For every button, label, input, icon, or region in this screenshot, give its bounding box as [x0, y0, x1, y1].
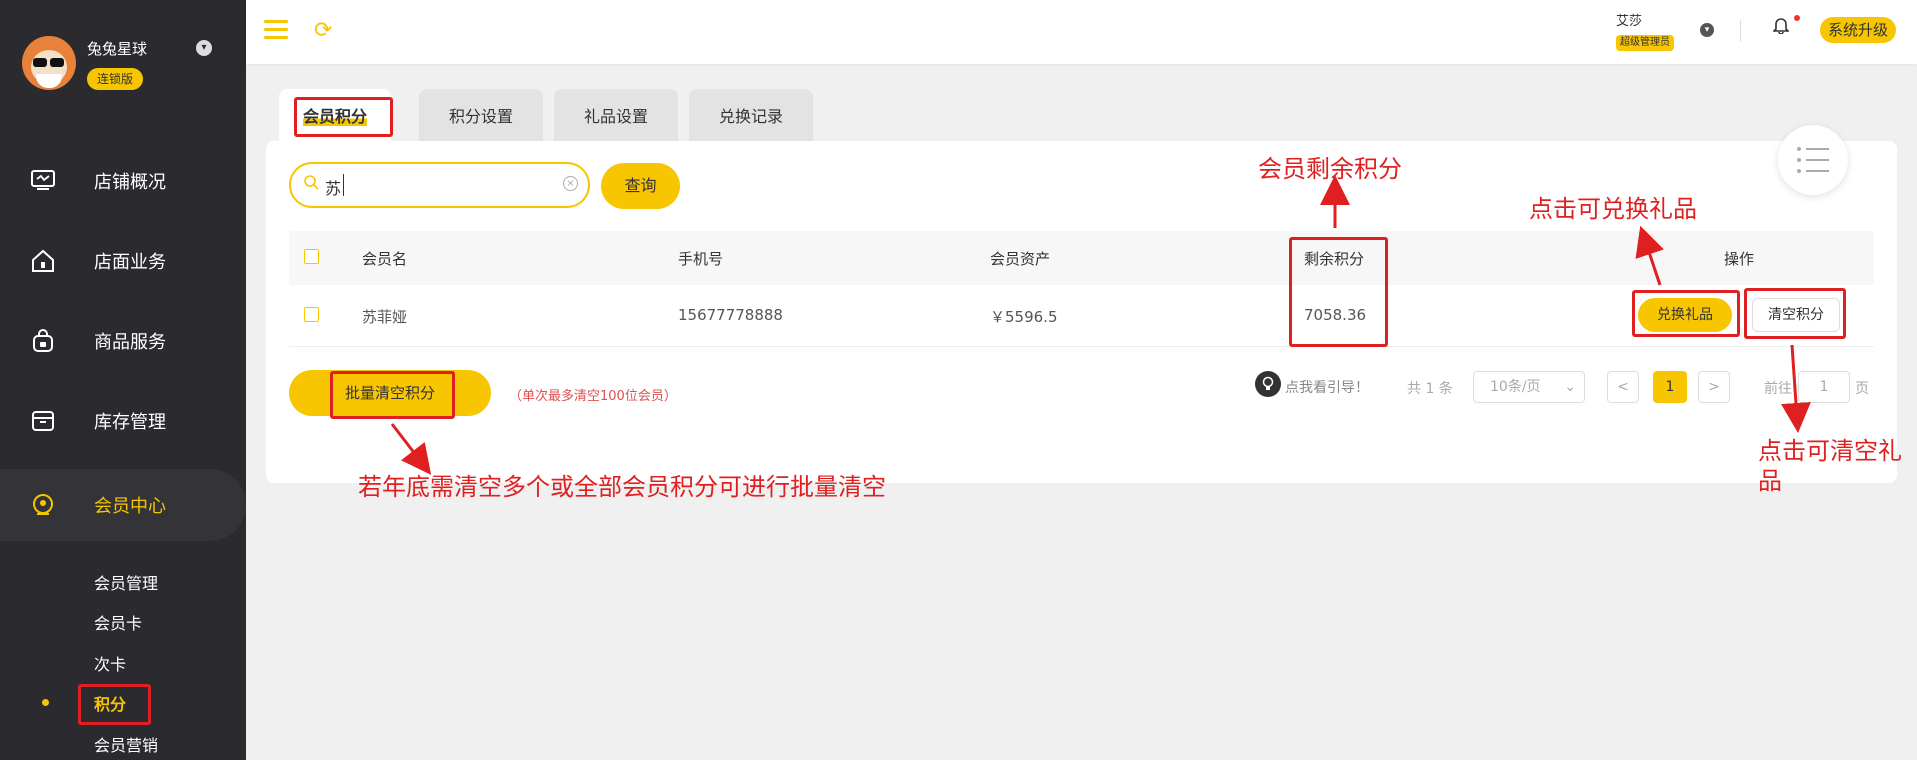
annotation-clear-hint-line2: 品	[1758, 467, 1782, 495]
annotation-exchange-hint: 点击可兑换礼品	[1529, 195, 1697, 223]
annotation-remaining-points: 会员剩余积分	[1258, 155, 1402, 183]
annotation-clear-hint-line1: 点击可清空礼	[1758, 437, 1902, 465]
annotation-batch-hint: 若年底需清空多个或全部会员积分可进行批量清空	[358, 473, 886, 501]
annotation-arrows	[390, 175, 1811, 475]
